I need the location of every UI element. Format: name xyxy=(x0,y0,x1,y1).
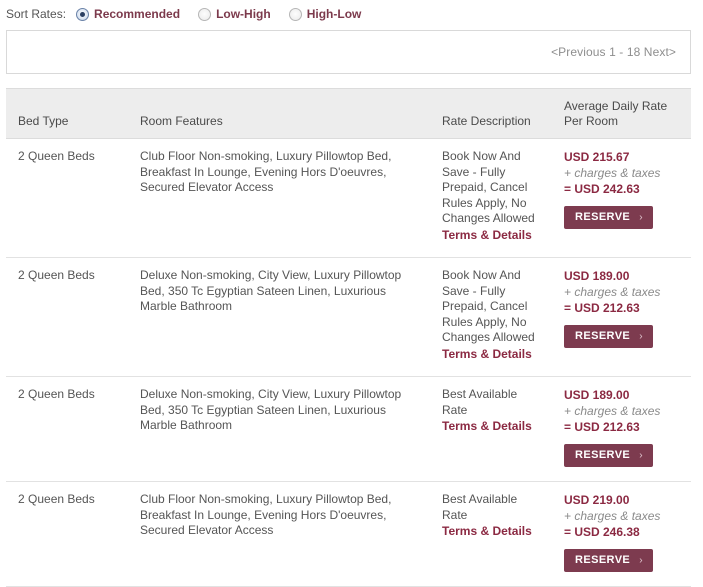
rates-table-body: 2 Queen Beds Club Floor Non-smoking, Luxu… xyxy=(6,138,691,587)
cell-bed-type: 2 Queen Beds xyxy=(6,257,128,377)
table-row: 2 Queen Beds Deluxe Non-smoking, City Vie… xyxy=(6,376,691,482)
chevron-right-icon: › xyxy=(639,450,643,461)
cell-average-daily-rate: USD 215.67 + charges & taxes = USD 242.63 R… xyxy=(552,138,691,258)
price-total-rate: = USD 212.63 xyxy=(564,420,640,434)
column-header-bed-type: Bed Type xyxy=(6,88,128,139)
sort-rates-label: Sort Rates: xyxy=(6,7,67,21)
reserve-button[interactable]: RESERVE › xyxy=(564,206,653,229)
price-charges-note: + charges & taxes xyxy=(564,509,661,523)
terms-and-details-link[interactable]: Terms & Details xyxy=(442,524,542,540)
cell-bed-type: 2 Queen Beds xyxy=(6,481,128,587)
cell-average-daily-rate: USD 189.00 + charges & taxes = USD 212.63 R… xyxy=(552,376,691,482)
column-header-room-features: Room Features xyxy=(128,88,430,139)
rate-description-text: Book Now And Save - Fully Prepaid, Cance… xyxy=(442,149,535,225)
price-charges-note: + charges & taxes xyxy=(564,285,661,299)
price-total-rate: = USD 246.38 xyxy=(564,525,640,539)
cell-rate-description: Best Available Rate Terms & Details xyxy=(430,481,552,587)
cell-rate-description: Book Now And Save - Fully Prepaid, Cance… xyxy=(430,257,552,377)
cell-rate-description: Best Available Rate Terms & Details xyxy=(430,376,552,482)
table-row: 2 Queen Beds Deluxe Non-smoking, City Vie… xyxy=(6,257,691,377)
terms-and-details-link[interactable]: Terms & Details xyxy=(442,419,542,435)
price-base-rate: USD 189.00 xyxy=(564,388,630,402)
cell-room-features: Deluxe Non-smoking, City View, Luxury Pi… xyxy=(128,376,430,482)
sort-option-high-low[interactable]: High-Low xyxy=(288,7,362,21)
reserve-button-label: RESERVE xyxy=(575,211,631,223)
sort-option-low-high[interactable]: Low-High xyxy=(198,7,271,21)
price-base-rate: USD 219.00 xyxy=(564,493,630,507)
price-base-rate: USD 189.00 xyxy=(564,269,630,283)
sort-option-high-low-label: High-Low xyxy=(306,7,362,21)
terms-and-details-link[interactable]: Terms & Details xyxy=(442,347,542,363)
radio-low-high-icon[interactable] xyxy=(198,7,212,21)
price-base-rate: USD 215.67 xyxy=(564,150,630,164)
rate-description-text: Best Available Rate xyxy=(442,387,518,417)
radio-recommended-icon[interactable] xyxy=(76,7,90,21)
sort-option-recommended-label: Recommended xyxy=(94,7,181,21)
reserve-button-label: RESERVE xyxy=(575,554,631,566)
reserve-button-label: RESERVE xyxy=(575,449,631,461)
reserve-button[interactable]: RESERVE › xyxy=(564,325,653,348)
rates-table-header: Bed Type Room Features Rate Description … xyxy=(6,88,691,139)
reserve-button[interactable]: RESERVE › xyxy=(564,444,653,467)
table-row: 2 Queen Beds Club Floor Non-smoking, Luxu… xyxy=(6,138,691,258)
cell-average-daily-rate: USD 219.00 + charges & taxes = USD 246.38 R… xyxy=(552,481,691,587)
pagination-bar: <Previous 1 - 18 Next> xyxy=(6,30,691,74)
rate-description-text: Book Now And Save - Fully Prepaid, Cance… xyxy=(442,268,535,344)
chevron-right-icon: › xyxy=(639,212,643,223)
chevron-right-icon: › xyxy=(639,331,643,342)
sort-option-low-high-label: Low-High xyxy=(216,7,271,21)
cell-bed-type: 2 Queen Beds xyxy=(6,138,128,258)
table-header-row: Bed Type Room Features Rate Description … xyxy=(6,88,691,139)
rates-table: Bed Type Room Features Rate Description … xyxy=(6,88,691,587)
cell-bed-type: 2 Queen Beds xyxy=(6,376,128,482)
cell-room-features: Club Floor Non-smoking, Luxury Pillowtop… xyxy=(128,138,430,258)
rate-description-text: Best Available Rate xyxy=(442,492,518,522)
price-total-rate: = USD 242.63 xyxy=(564,182,640,196)
price-total-rate: = USD 212.63 xyxy=(564,301,640,315)
reserve-button-label: RESERVE xyxy=(575,330,631,342)
reserve-button[interactable]: RESERVE › xyxy=(564,549,653,572)
column-header-rate-description: Rate Description xyxy=(430,88,552,139)
cell-room-features: Club Floor Non-smoking, Luxury Pillowtop… xyxy=(128,481,430,587)
cell-room-features: Deluxe Non-smoking, City View, Luxury Pi… xyxy=(128,257,430,377)
price-charges-note: + charges & taxes xyxy=(564,166,661,180)
cell-average-daily-rate: USD 189.00 + charges & taxes = USD 212.63 R… xyxy=(552,257,691,377)
pagination-text[interactable]: <Previous 1 - 18 Next> xyxy=(551,45,676,59)
cell-rate-description: Book Now And Save - Fully Prepaid, Cance… xyxy=(430,138,552,258)
sort-rates-bar: Sort Rates: Recommended Low-High High-Lo… xyxy=(0,0,703,28)
radio-high-low-icon[interactable] xyxy=(288,7,302,21)
chevron-right-icon: › xyxy=(639,555,643,566)
terms-and-details-link[interactable]: Terms & Details xyxy=(442,228,542,244)
table-row: 2 Queen Beds Club Floor Non-smoking, Luxu… xyxy=(6,481,691,587)
price-charges-note: + charges & taxes xyxy=(564,404,661,418)
sort-option-recommended[interactable]: Recommended xyxy=(76,7,180,21)
column-header-average-daily-rate: Average Daily Rate Per Room xyxy=(552,88,691,139)
